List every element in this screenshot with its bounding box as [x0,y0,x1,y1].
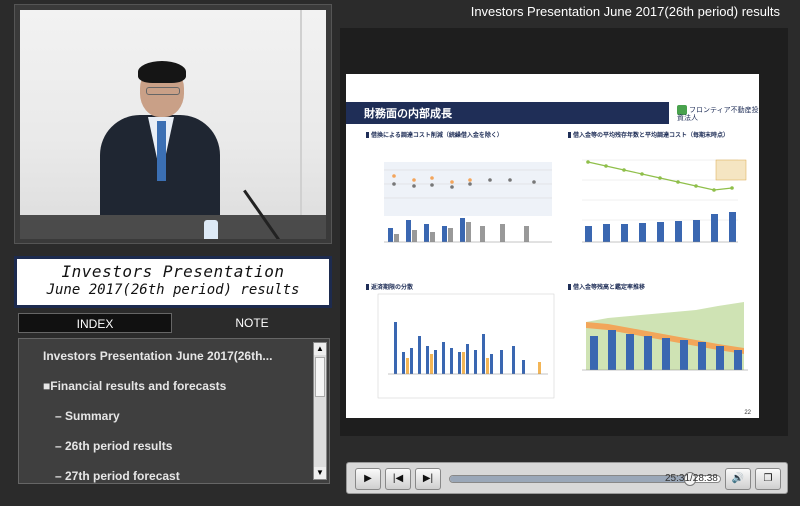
chart-title-1: 借換による調達コスト削減（続繰借入金を除く） [366,130,503,139]
scroll-thumb[interactable] [315,357,325,397]
layout-toggle-button[interactable]: ❐ [755,468,781,490]
slide: 財務面の内部成長 フロンティア不動産投資法人 借換による調達コスト削減（続繰借入… [346,74,759,418]
chart-title-2: 借入金等の平均残存年数と平均調達コスト（毎期末時点） [568,130,729,139]
chart-title-4: 借入金等残高と鑑定率推移 [568,282,645,291]
header: Investors Presentation June 2017(26th pe… [340,0,800,24]
time-display: 25:31/28:38 [665,473,718,484]
index-item-financial-results[interactable]: ■Financial results and forecasts [43,375,333,397]
player-controls: ▶ |◀ ▶| 25:31/28:38 🔊 ❐ [346,462,788,494]
play-button[interactable]: ▶ [355,468,381,490]
play-icon: ▶ [364,473,372,484]
panel-tabs: INDEX NOTE [18,313,330,333]
next-button[interactable]: ▶| [415,468,441,490]
chart-2-graphic [582,159,747,243]
chart-panel-cost-reduction: 借換による調達コスト削減（続繰借入金を除く） [366,130,560,252]
presentation-title: Investors Presentation June 2017(26th pe… [14,256,332,308]
page-title: Investors Presentation June 2017(26th pe… [470,4,780,19]
skip-forward-icon: ▶| [422,473,434,484]
chart-3-graphic [377,293,555,399]
scroll-up-icon[interactable]: ▲ [314,343,326,355]
chart-4-graphic [582,302,748,371]
logo-mark-icon [677,105,687,115]
index-item-presentation[interactable]: Investors Presentation June 2017(26th... [43,345,333,367]
logo-text: フロンティア不動産投資法人 [677,106,759,122]
presenter [100,61,220,239]
video-feed[interactable] [20,10,326,239]
water-bottle [204,220,218,239]
podium [20,215,326,239]
company-logo: フロンティア不動産投資法人 [669,102,759,124]
slide-title: 財務面の内部成長 [364,108,452,120]
seek-progress [450,476,691,482]
chart-1-graphic [384,162,552,243]
index-item-summary[interactable]: – Summary [55,405,345,427]
title-line-2: June 2017(26th period) results [46,282,300,298]
skip-back-icon: |◀ [392,473,404,484]
index-list: Investors Presentation June 2017(26th...… [18,338,330,484]
volume-button[interactable]: 🔊 [725,468,751,490]
index-item-27th-forecast[interactable]: – 27th period forecast [55,465,345,487]
chart-title-3: 返済期限の分散 [366,282,413,291]
chart-panel-avg-cost: 借入金等の平均残存年数と平均調達コスト（毎期末時点） [568,130,762,252]
previous-button[interactable]: |◀ [385,468,411,490]
title-line-1: Investors Presentation [61,262,285,281]
slide-page-number: 22 [744,410,751,416]
slide-header: 財務面の内部成長 フロンティア不動産投資法人 [346,102,759,124]
video-frame [14,4,332,244]
slide-area: 財務面の内部成長 フロンティア不動産投資法人 借換による調達コスト削減（続繰借入… [340,28,788,436]
index-scrollbar[interactable]: ▲ ▼ [313,342,327,480]
wall [300,10,302,239]
window-icon: ❐ [763,473,773,484]
index-item-26th-results[interactable]: – 26th period results [55,435,345,457]
chart-panel-balance: 借入金等残高と鑑定率推移 [568,282,762,404]
speaker-icon: 🔊 [731,473,745,484]
scroll-down-icon[interactable]: ▼ [314,467,326,479]
tab-note[interactable]: NOTE [174,313,330,333]
tab-index[interactable]: INDEX [18,313,172,333]
chart-panel-maturity: 返済期限の分散 [366,282,560,404]
